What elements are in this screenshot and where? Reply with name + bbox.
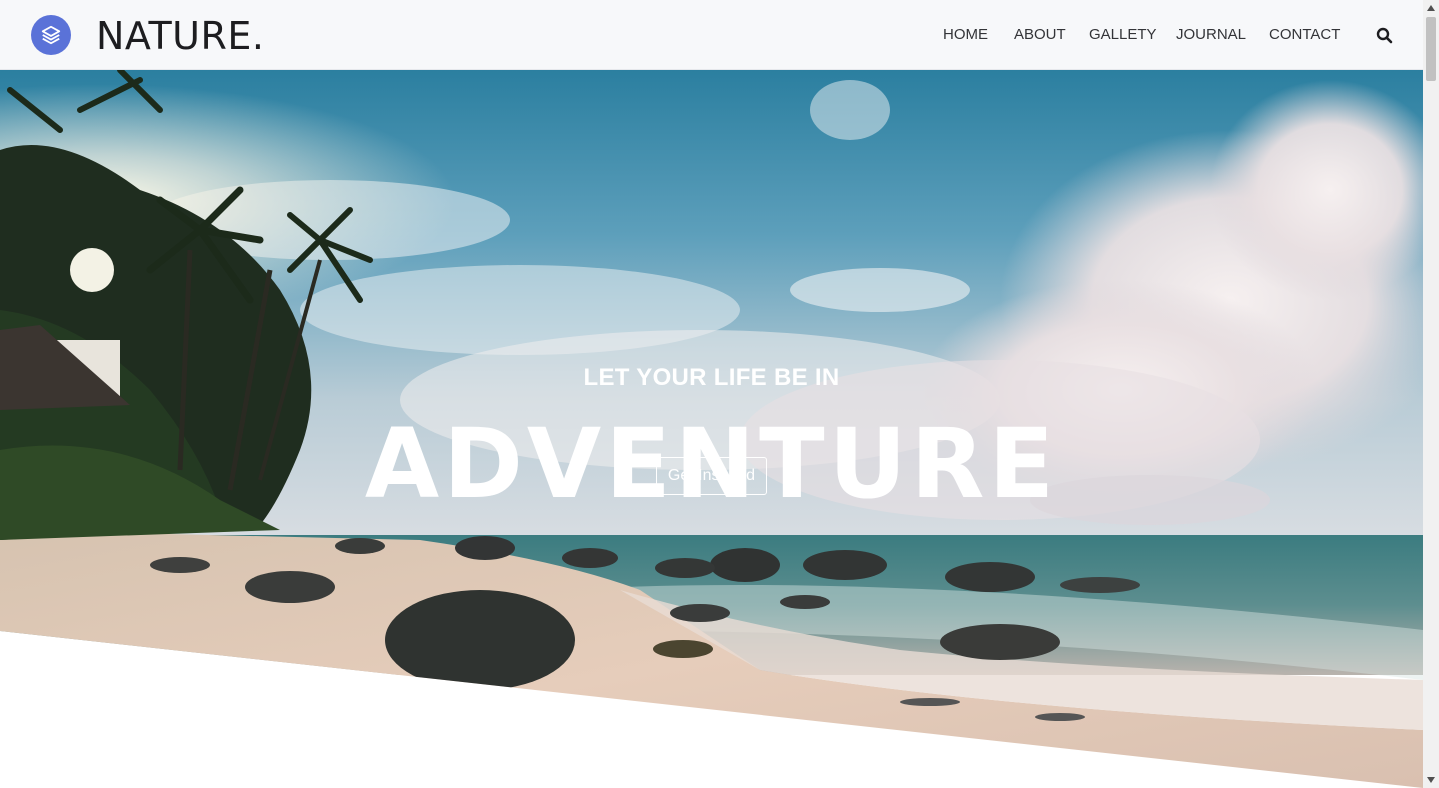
nav-item-gallery[interactable]: GALLETY: [1089, 25, 1157, 45]
hero-subtitle: LET YOUR LIFE BE IN: [583, 364, 840, 391]
scroll-thumb[interactable]: [1426, 17, 1436, 81]
search-icon: [1376, 27, 1393, 44]
nav-item-home[interactable]: HOME: [943, 25, 988, 45]
layers-icon: [41, 25, 61, 45]
vertical-scrollbar[interactable]: [1423, 0, 1439, 788]
search-button[interactable]: [1376, 27, 1393, 44]
nav-item-contact[interactable]: CONTACT: [1269, 25, 1340, 45]
brand-name[interactable]: NATURE.: [96, 14, 265, 58]
logo-badge[interactable]: [31, 15, 71, 55]
hero-section: LET YOUR LIFE BE IN ADVENTURE: [0, 70, 1423, 788]
nav-item-journal[interactable]: JOURNAL: [1176, 25, 1246, 45]
nav-item-about[interactable]: ABOUT: [1014, 25, 1066, 45]
get-inspired-button[interactable]: Get Inspired: [656, 457, 767, 495]
scroll-up-arrow[interactable]: [1423, 0, 1439, 16]
scroll-down-arrow[interactable]: [1423, 772, 1439, 788]
site-header: NATURE. HOME ABOUT GALLETY JOURNAL CONTA…: [0, 0, 1423, 70]
